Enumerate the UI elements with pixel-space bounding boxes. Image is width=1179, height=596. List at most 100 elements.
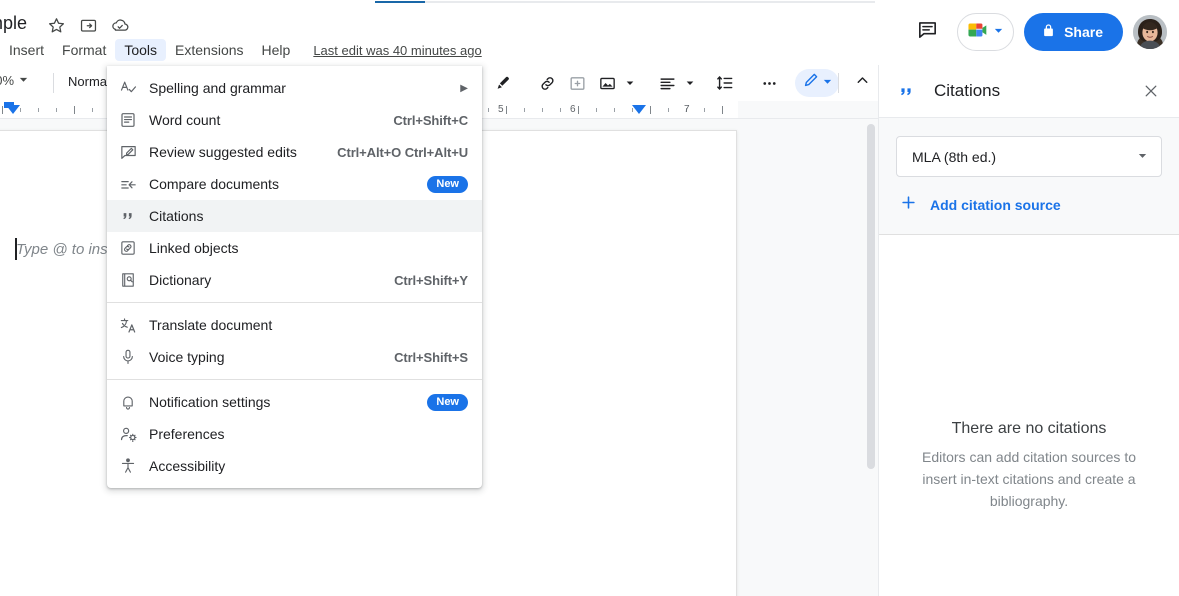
- new-badge: New: [427, 393, 468, 411]
- ruler-number-6: 6: [570, 104, 576, 115]
- link-icon[interactable]: [532, 68, 562, 98]
- citations-panel-title: Citations: [934, 81, 1001, 100]
- empty-state-title: There are no citations: [951, 420, 1107, 437]
- menu-tools[interactable]: Tools: [115, 39, 167, 61]
- right-indent-marker[interactable]: [632, 105, 646, 114]
- menu-item-label: Preferences: [149, 426, 225, 442]
- citations-quote-icon: [897, 82, 916, 101]
- comment-history-button[interactable]: [907, 12, 947, 52]
- menu-item-dictionary[interactable]: Dictionary Ctrl+Shift+Y: [107, 264, 482, 296]
- google-meet-icon: [965, 19, 991, 46]
- menu-item-label: Notification settings: [149, 394, 271, 410]
- share-label: Share: [1064, 24, 1103, 40]
- title-icon-group: [46, 15, 130, 35]
- menu-item-label: Accessibility: [149, 458, 226, 474]
- menu-format[interactable]: Format: [53, 39, 115, 61]
- menu-extensions[interactable]: Extensions: [166, 39, 252, 61]
- comment-add-icon[interactable]: [562, 68, 592, 98]
- editing-mode-pencil-icon: [801, 71, 820, 95]
- menu-item-shortcut: Ctrl+Shift+Y: [394, 272, 468, 288]
- move-to-folder-icon[interactable]: [78, 15, 98, 35]
- submenu-arrow-icon: ▶: [460, 82, 468, 94]
- chevron-up-icon: [854, 72, 871, 94]
- menu-item-accessibility[interactable]: Accessibility: [107, 450, 482, 482]
- citations-controls: MLA (8th ed.) Add citation source: [879, 118, 1179, 235]
- google-meet-button[interactable]: [957, 13, 1015, 51]
- menu-item-translate-document[interactable]: Translate document: [107, 309, 482, 341]
- share-button[interactable]: Share: [1024, 13, 1123, 51]
- line-spacing-icon[interactable]: [710, 68, 740, 98]
- zoom-control[interactable]: 00%: [0, 73, 29, 88]
- word-count-icon: [107, 111, 149, 129]
- menu-divider: [107, 302, 482, 303]
- lock-icon: [1041, 23, 1056, 41]
- menu-item-linked-objects[interactable]: Linked objects: [107, 232, 482, 264]
- menu-item-spelling-and-grammar[interactable]: Spelling and grammar ▶: [107, 72, 482, 104]
- citation-style-select[interactable]: MLA (8th ed.): [896, 136, 1162, 177]
- translate-icon: [107, 316, 149, 335]
- cloud-saved-icon[interactable]: [110, 15, 130, 35]
- header-actions: Share: [907, 12, 1167, 52]
- citations-empty-state: There are no citations Editors can add c…: [879, 420, 1179, 512]
- menu-item-preferences[interactable]: Preferences: [107, 418, 482, 450]
- ruler-number-7: 7: [684, 104, 690, 115]
- menu-item-citations[interactable]: Citations: [107, 200, 482, 232]
- menu-item-notification-settings[interactable]: Notification settings New: [107, 386, 482, 418]
- chevron-down-icon: [993, 23, 1004, 41]
- menu-item-label: Linked objects: [149, 240, 239, 256]
- accessibility-icon: [107, 457, 149, 475]
- compare-documents-icon: [107, 175, 149, 194]
- citations-quote-icon: [107, 207, 149, 225]
- menu-item-label: Review suggested edits: [149, 144, 297, 160]
- preferences-person-gear-icon: [107, 425, 149, 444]
- linked-objects-icon: [107, 239, 149, 257]
- menu-insert[interactable]: Insert: [0, 39, 53, 61]
- ruler-number-5: 5: [498, 104, 504, 115]
- add-citation-source-label: Add citation source: [930, 196, 1061, 213]
- collapse-menus-button[interactable]: [848, 69, 876, 97]
- close-icon[interactable]: [1139, 79, 1163, 103]
- menu-item-shortcut: Ctrl+Shift+S: [394, 349, 468, 365]
- empty-state-body: Editors can add citation sources to inse…: [921, 449, 1136, 509]
- menu-item-shortcut: Ctrl+Alt+O Ctrl+Alt+U: [337, 144, 468, 160]
- chevron-down-icon: [822, 74, 833, 92]
- zoom-value: 00%: [0, 73, 15, 88]
- chevron-down-icon: [1137, 150, 1148, 163]
- vertical-scrollbar[interactable]: [867, 124, 875, 469]
- menu-item-review-suggested-edits[interactable]: Review suggested edits Ctrl+Alt+O Ctrl+A…: [107, 136, 482, 168]
- editing-mode-button[interactable]: [795, 69, 839, 97]
- insert-image-dropdown-icon[interactable]: [622, 68, 638, 98]
- plus-icon: [899, 193, 918, 216]
- menu-item-label: Compare documents: [149, 176, 279, 192]
- microphone-icon: [107, 348, 149, 366]
- toolbar-icon-group: [488, 65, 784, 101]
- first-line-indent-marker[interactable]: [4, 102, 14, 108]
- menu-item-word-count[interactable]: Word count Ctrl+Shift+C: [107, 104, 482, 136]
- new-badge: New: [427, 175, 468, 193]
- menu-divider: [107, 379, 482, 380]
- app-header: mple Insert Format: [0, 3, 1179, 65]
- last-edit-status[interactable]: Last edit was 40 minutes ago: [313, 43, 481, 58]
- menu-item-label: Translate document: [149, 317, 273, 333]
- menu-item-compare-documents[interactable]: Compare documents New: [107, 168, 482, 200]
- document-title[interactable]: mple: [0, 13, 27, 34]
- dictionary-icon: [107, 271, 149, 289]
- align-icon[interactable]: [652, 68, 682, 98]
- tools-dropdown-menu: Spelling and grammar ▶ Word count Ctrl+S…: [107, 66, 482, 488]
- chevron-down-icon: [18, 73, 29, 88]
- document-placeholder-text: Type @ to inse: [16, 241, 116, 258]
- paragraph-style-value[interactable]: Normal: [68, 74, 110, 89]
- add-citation-source-button[interactable]: Add citation source: [896, 193, 1162, 216]
- menu-item-voice-typing[interactable]: Voice typing Ctrl+Shift+S: [107, 341, 482, 373]
- menu-help[interactable]: Help: [253, 39, 300, 61]
- avatar[interactable]: [1133, 15, 1167, 49]
- citations-side-panel: Citations MLA (8th ed.) Add citation sou…: [878, 65, 1179, 596]
- more-options-icon[interactable]: [754, 68, 784, 98]
- highlighter-icon[interactable]: [488, 68, 518, 98]
- star-icon[interactable]: [46, 15, 66, 35]
- align-dropdown-icon[interactable]: [682, 68, 698, 98]
- menu-item-label: Voice typing: [149, 349, 225, 365]
- menu-item-label: Dictionary: [149, 272, 212, 288]
- insert-image-icon[interactable]: [592, 68, 622, 98]
- menu-item-label: Citations: [149, 208, 204, 224]
